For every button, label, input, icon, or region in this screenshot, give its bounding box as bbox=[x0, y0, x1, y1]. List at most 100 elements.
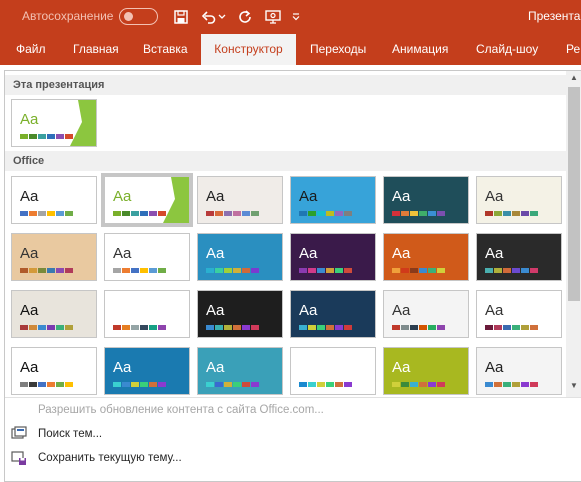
theme-color-swatch bbox=[428, 211, 436, 216]
theme-color-swatch bbox=[335, 325, 343, 330]
theme-thumbnail[interactable]: Aa bbox=[476, 347, 562, 395]
theme-color-swatch bbox=[530, 382, 538, 387]
theme-color-swatch bbox=[521, 325, 529, 330]
theme-color-swatch bbox=[242, 211, 250, 216]
theme-color-swatch bbox=[326, 211, 334, 216]
theme-thumbnail[interactable]: Aa bbox=[11, 290, 97, 338]
theme-color-swatch bbox=[308, 382, 316, 387]
present-from-start-icon[interactable] bbox=[262, 6, 284, 28]
theme-thumbnail[interactable]: Aa bbox=[383, 233, 469, 281]
theme-sample-text: Aa bbox=[20, 302, 39, 319]
theme-color-swatch bbox=[56, 325, 64, 330]
tab-home[interactable]: Главная bbox=[73, 33, 119, 65]
theme-thumbnail[interactable]: Aa bbox=[197, 347, 283, 395]
scrollbar-thumb[interactable] bbox=[568, 87, 580, 301]
theme-color-swatch bbox=[326, 268, 334, 273]
theme-thumbnail[interactable]: Aa bbox=[197, 233, 283, 281]
theme-thumbnail[interactable]: Aa bbox=[383, 176, 469, 224]
theme-color-swatch bbox=[38, 211, 46, 216]
theme-thumbnail[interactable]: Aa bbox=[197, 176, 283, 224]
theme-color-swatch bbox=[224, 325, 232, 330]
theme-color-swatch bbox=[122, 382, 130, 387]
theme-color-swatch bbox=[326, 325, 334, 330]
theme-thumbnail[interactable]: Aa bbox=[383, 290, 469, 338]
theme-color-swatch bbox=[503, 325, 511, 330]
theme-color-swatch bbox=[113, 211, 121, 216]
theme-sample-text: Aa bbox=[299, 302, 318, 319]
theme-thumbnail[interactable]: Aa bbox=[11, 233, 97, 281]
theme-color-swatch bbox=[206, 325, 214, 330]
theme-color-swatch bbox=[410, 325, 418, 330]
tab-insert[interactable]: Вставка bbox=[143, 33, 188, 65]
theme-color-swatch bbox=[251, 382, 259, 387]
theme-sample-text: Aa bbox=[392, 245, 411, 262]
browse-themes-item[interactable]: Поиск тем... bbox=[5, 423, 566, 445]
theme-color-swatch bbox=[392, 211, 400, 216]
scroll-down-icon[interactable]: ▼ bbox=[569, 381, 579, 391]
ribbon-tabs: Файл Главная Вставка Конструктор Переход… bbox=[0, 33, 581, 65]
theme-color-swatch bbox=[158, 268, 166, 273]
theme-thumbnail[interactable]: Aa bbox=[101, 173, 193, 227]
autosave-toggle[interactable] bbox=[119, 8, 158, 25]
theme-thumbnail-current[interactable]: Aa bbox=[11, 99, 97, 147]
theme-color-swatch bbox=[428, 382, 436, 387]
theme-color-swatch bbox=[494, 382, 502, 387]
undo-dropdown-icon[interactable] bbox=[216, 6, 228, 28]
theme-thumbnail[interactable]: Aa bbox=[290, 347, 376, 395]
theme-thumbnail[interactable]: Aa bbox=[11, 176, 97, 224]
theme-thumbnail[interactable]: Aa bbox=[11, 347, 97, 395]
theme-thumbnail[interactable]: Aa bbox=[290, 233, 376, 281]
theme-color-swatch bbox=[242, 268, 250, 273]
theme-color-swatch bbox=[344, 325, 352, 330]
theme-sample-text: Aa bbox=[206, 359, 225, 376]
tab-slideshow[interactable]: Слайд-шоу bbox=[476, 33, 538, 65]
tab-transitions[interactable]: Переходы bbox=[310, 33, 366, 65]
theme-color-swatch bbox=[29, 382, 37, 387]
theme-color-swatch bbox=[410, 268, 418, 273]
theme-thumbnail[interactable]: Aa bbox=[476, 176, 562, 224]
theme-color-swatch bbox=[242, 382, 250, 387]
theme-thumbnail[interactable]: Aa bbox=[290, 176, 376, 224]
tab-animations[interactable]: Анимация bbox=[392, 33, 448, 65]
theme-color-swatch bbox=[308, 325, 316, 330]
theme-color-swatch bbox=[38, 382, 46, 387]
toggle-knob bbox=[124, 12, 133, 21]
theme-color-swatch bbox=[38, 268, 46, 273]
theme-color-swatch bbox=[149, 211, 157, 216]
theme-color-swatch bbox=[29, 325, 37, 330]
theme-color-swatch bbox=[344, 268, 352, 273]
theme-thumbnail[interactable]: Aa bbox=[476, 290, 562, 338]
theme-color-swatch bbox=[65, 211, 73, 216]
theme-thumbnail[interactable]: Aa bbox=[197, 290, 283, 338]
theme-color-swatch bbox=[428, 268, 436, 273]
theme-color-swatch bbox=[233, 382, 241, 387]
scroll-up-icon[interactable]: ▲ bbox=[569, 73, 579, 83]
theme-color-swatch bbox=[47, 382, 55, 387]
tab-file[interactable]: Файл bbox=[16, 33, 46, 65]
theme-color-swatch bbox=[20, 211, 28, 216]
theme-color-swatch bbox=[437, 325, 445, 330]
theme-thumbnail[interactable]: Aa bbox=[476, 233, 562, 281]
theme-thumbnail[interactable]: Aa bbox=[104, 233, 190, 281]
theme-color-swatch bbox=[308, 211, 316, 216]
save-current-theme-item[interactable]: Сохранить текущую тему... bbox=[5, 447, 566, 469]
theme-color-swatch bbox=[20, 382, 28, 387]
browse-themes-icon bbox=[11, 426, 27, 439]
gallery-scrollbar[interactable]: ▲ ▼ bbox=[566, 71, 581, 397]
theme-thumbnail[interactable]: Aa bbox=[104, 347, 190, 395]
tab-review[interactable]: Ре bbox=[566, 33, 580, 65]
section-this-presentation: Эта презентация bbox=[5, 75, 566, 95]
theme-sample-text: Aa bbox=[113, 359, 132, 376]
theme-thumbnail[interactable]: Aa bbox=[290, 290, 376, 338]
redo-icon[interactable] bbox=[234, 6, 256, 28]
theme-sample-text: Aa bbox=[113, 302, 132, 319]
theme-sample-text: Aa bbox=[392, 188, 411, 205]
theme-thumbnail[interactable]: Aa bbox=[383, 347, 469, 395]
theme-color-swatch bbox=[401, 268, 409, 273]
theme-color-swatch bbox=[20, 268, 28, 273]
customize-toolbar-icon[interactable] bbox=[290, 6, 302, 28]
save-icon[interactable] bbox=[170, 6, 192, 28]
tab-design[interactable]: Конструктор bbox=[201, 34, 296, 65]
theme-color-swatch bbox=[392, 268, 400, 273]
theme-thumbnail[interactable]: Aa bbox=[104, 290, 190, 338]
